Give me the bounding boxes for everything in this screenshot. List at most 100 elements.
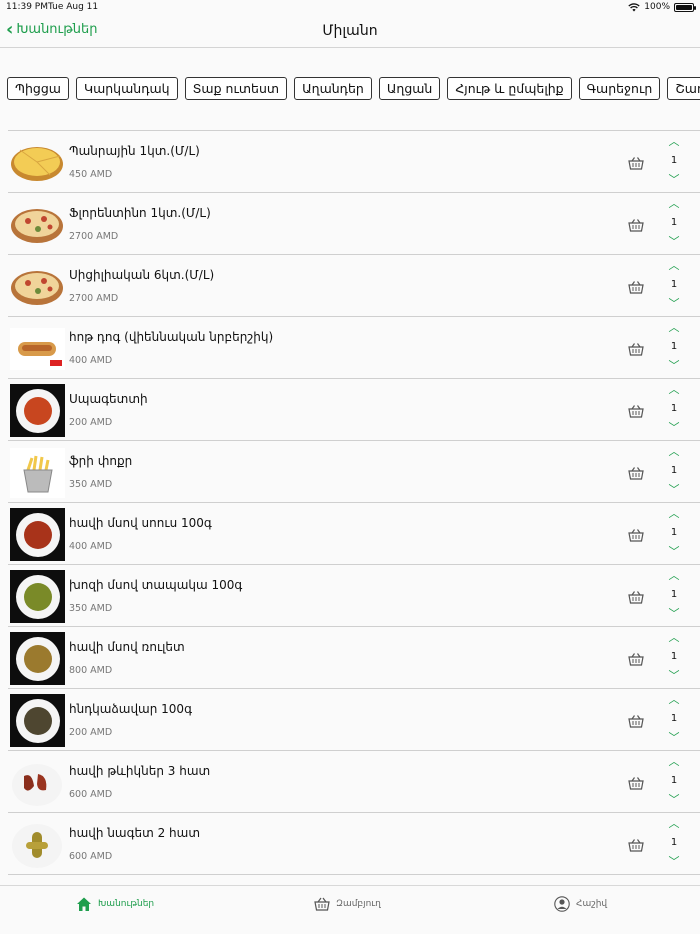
category-button[interactable]: Գարեջուր <box>578 77 661 100</box>
product-price: 350 AMD <box>69 479 113 490</box>
chevron-up-icon[interactable]: ︿ <box>665 753 683 771</box>
add-to-cart-basket-icon[interactable] <box>628 279 644 294</box>
add-to-cart-basket-icon[interactable] <box>628 403 644 418</box>
product-row[interactable]: հավի թևիկներ 3 հատ 600 AMD ︿ 1 ﹀ <box>8 751 700 813</box>
tab-cart[interactable]: Զամբյուղ <box>314 896 381 912</box>
quantity-value: 1 <box>670 837 678 848</box>
chevron-up-icon[interactable]: ︿ <box>665 133 683 151</box>
status-right: 100% <box>628 2 696 12</box>
wifi-icon <box>628 2 640 11</box>
chevron-down-icon[interactable]: ﹀ <box>665 605 683 623</box>
product-row[interactable]: հոթ դոգ (վիեննական նրբերշիկ) 400 AMD ︿ 1 ﹀ <box>8 317 700 379</box>
page-title: Միլանո <box>322 23 378 39</box>
category-button[interactable]: Հյութ և ըմպելիք <box>447 77 572 100</box>
product-row[interactable]: Սիցիլիական 6կտ.(Մ/L) 2700 AMD ︿ 1 ﹀ <box>8 255 700 317</box>
quantity-value: 1 <box>670 155 678 166</box>
product-row[interactable]: հավի նագետ 2 հատ 600 AMD ︿ 1 ﹀ <box>8 813 700 875</box>
fries-icon <box>10 446 65 499</box>
category-button[interactable]: Շաուրմա <box>667 77 700 100</box>
product-row[interactable]: Պանրային 1կտ.(Մ/L) 450 AMD ︿ 1 ﹀ <box>8 131 700 193</box>
chevron-up-icon[interactable]: ︿ <box>665 629 683 647</box>
category-button[interactable]: Պիցցա <box>7 77 69 100</box>
chevron-down-icon[interactable]: ﹀ <box>665 357 683 375</box>
tab-bar: Խանութներ Զամբյուղ Հաշիվ <box>0 885 700 934</box>
chevron-down-icon[interactable]: ﹀ <box>665 295 683 313</box>
product-name: հավի մսով ռուլետ <box>69 640 185 654</box>
chevron-down-icon[interactable]: ﹀ <box>665 233 683 251</box>
basket-icon <box>314 897 330 911</box>
add-to-cart-basket-icon[interactable] <box>628 651 644 666</box>
add-to-cart-basket-icon[interactable] <box>628 775 644 790</box>
chevron-up-icon[interactable]: ︿ <box>665 195 683 213</box>
product-row[interactable]: հնդկաձավար 100գ 200 AMD ︿ 1 ﹀ <box>8 689 700 751</box>
status-bar: 11:39 PM Tue Aug 11 100% <box>0 0 700 14</box>
product-price: 450 AMD <box>69 169 113 180</box>
tab-shops[interactable]: Խանութներ <box>76 896 154 912</box>
product-name: Սպագետտի <box>69 392 148 406</box>
chevron-down-icon[interactable]: ﹀ <box>665 543 683 561</box>
chevron-up-icon[interactable]: ︿ <box>665 691 683 709</box>
chevron-down-icon[interactable]: ﹀ <box>665 729 683 747</box>
quantity-stepper: ︿ 1 ﹀ <box>665 691 683 747</box>
pizza-icon <box>10 198 65 251</box>
quantity-value: 1 <box>670 651 678 662</box>
quantity-value: 1 <box>670 403 678 414</box>
chevron-down-icon[interactable]: ﹀ <box>665 481 683 499</box>
tab-account[interactable]: Հաշիվ <box>554 896 607 912</box>
product-row[interactable]: հավի մսով սոուս 100գ 400 AMD ︿ 1 ﹀ <box>8 503 700 565</box>
chevron-down-icon[interactable]: ﹀ <box>665 853 683 871</box>
chevron-down-icon[interactable]: ﹀ <box>665 171 683 189</box>
product-row[interactable]: Ֆլորենտինո 1կտ.(Մ/L) 2700 AMD ︿ 1 ﹀ <box>8 193 700 255</box>
product-name: հավի թևիկներ 3 հատ <box>69 764 211 778</box>
quantity-value: 1 <box>670 279 678 290</box>
product-row[interactable]: Սպագետտի 200 AMD ︿ 1 ﹀ <box>8 379 700 441</box>
tab-shops-label: Խանութներ <box>98 899 155 909</box>
chevron-down-icon[interactable]: ﹀ <box>665 791 683 809</box>
chevron-up-icon[interactable]: ︿ <box>665 381 683 399</box>
battery-percent: 100% <box>644 2 670 12</box>
product-price: 600 AMD <box>69 789 113 800</box>
product-price: 600 AMD <box>69 851 113 862</box>
chevron-up-icon[interactable]: ︿ <box>665 319 683 337</box>
chevron-up-icon[interactable]: ︿ <box>665 567 683 585</box>
category-button[interactable]: Կարկանդակ <box>75 77 178 100</box>
product-price: 800 AMD <box>69 665 113 676</box>
product-row[interactable]: հավի մսով ռուլետ 800 AMD ︿ 1 ﹀ <box>8 627 700 689</box>
add-to-cart-basket-icon[interactable] <box>628 527 644 542</box>
add-to-cart-basket-icon[interactable] <box>628 589 644 604</box>
tab-account-label: Հաշիվ <box>576 899 608 909</box>
chevron-up-icon[interactable]: ︿ <box>665 815 683 833</box>
product-row[interactable]: խոզի մսով տապակա 100գ 350 AMD ︿ 1 ﹀ <box>8 565 700 627</box>
chevron-up-icon[interactable]: ︿ <box>665 257 683 275</box>
add-to-cart-basket-icon[interactable] <box>628 341 644 356</box>
sauce-icon <box>10 508 65 561</box>
pizza-slice-icon <box>10 136 65 189</box>
quantity-stepper: ︿ 1 ﹀ <box>665 195 683 251</box>
product-row[interactable]: ֆրի փոքր 350 AMD ︿ 1 ﹀ <box>8 441 700 503</box>
category-button[interactable]: Աղցան <box>378 77 441 100</box>
product-name: Ֆլորենտինո 1կտ.(Մ/L) <box>69 206 211 220</box>
add-to-cart-basket-icon[interactable] <box>628 217 644 232</box>
status-time: 11:39 PM <box>6 2 48 12</box>
chevron-down-icon[interactable]: ﹀ <box>665 667 683 685</box>
quantity-stepper: ︿ 1 ﹀ <box>665 629 683 685</box>
category-button[interactable]: Աղանդեր <box>294 77 372 100</box>
category-button[interactable]: Տաք ուտեստ <box>184 77 288 100</box>
chevron-up-icon[interactable]: ︿ <box>665 443 683 461</box>
product-price: 200 AMD <box>69 417 113 428</box>
product-price: 2700 AMD <box>69 231 119 242</box>
chevron-up-icon[interactable]: ︿ <box>665 505 683 523</box>
add-to-cart-basket-icon[interactable] <box>628 713 644 728</box>
add-to-cart-basket-icon[interactable] <box>628 155 644 170</box>
add-to-cart-basket-icon[interactable] <box>628 837 644 852</box>
home-icon <box>77 897 91 911</box>
quantity-stepper: ︿ 1 ﹀ <box>665 133 683 189</box>
status-date: Tue Aug 11 <box>48 2 99 12</box>
product-list[interactable]: Պանրային 1կտ.(Մ/L) 450 AMD ︿ 1 ﹀ Ֆլորենտինո 1… <box>8 130 700 885</box>
quantity-value: 1 <box>670 341 678 352</box>
quantity-stepper: ︿ 1 ﹀ <box>665 319 683 375</box>
chevron-down-icon[interactable]: ﹀ <box>665 419 683 437</box>
product-price: 400 AMD <box>69 541 113 552</box>
quantity-stepper: ︿ 1 ﹀ <box>665 505 683 561</box>
add-to-cart-basket-icon[interactable] <box>628 465 644 480</box>
